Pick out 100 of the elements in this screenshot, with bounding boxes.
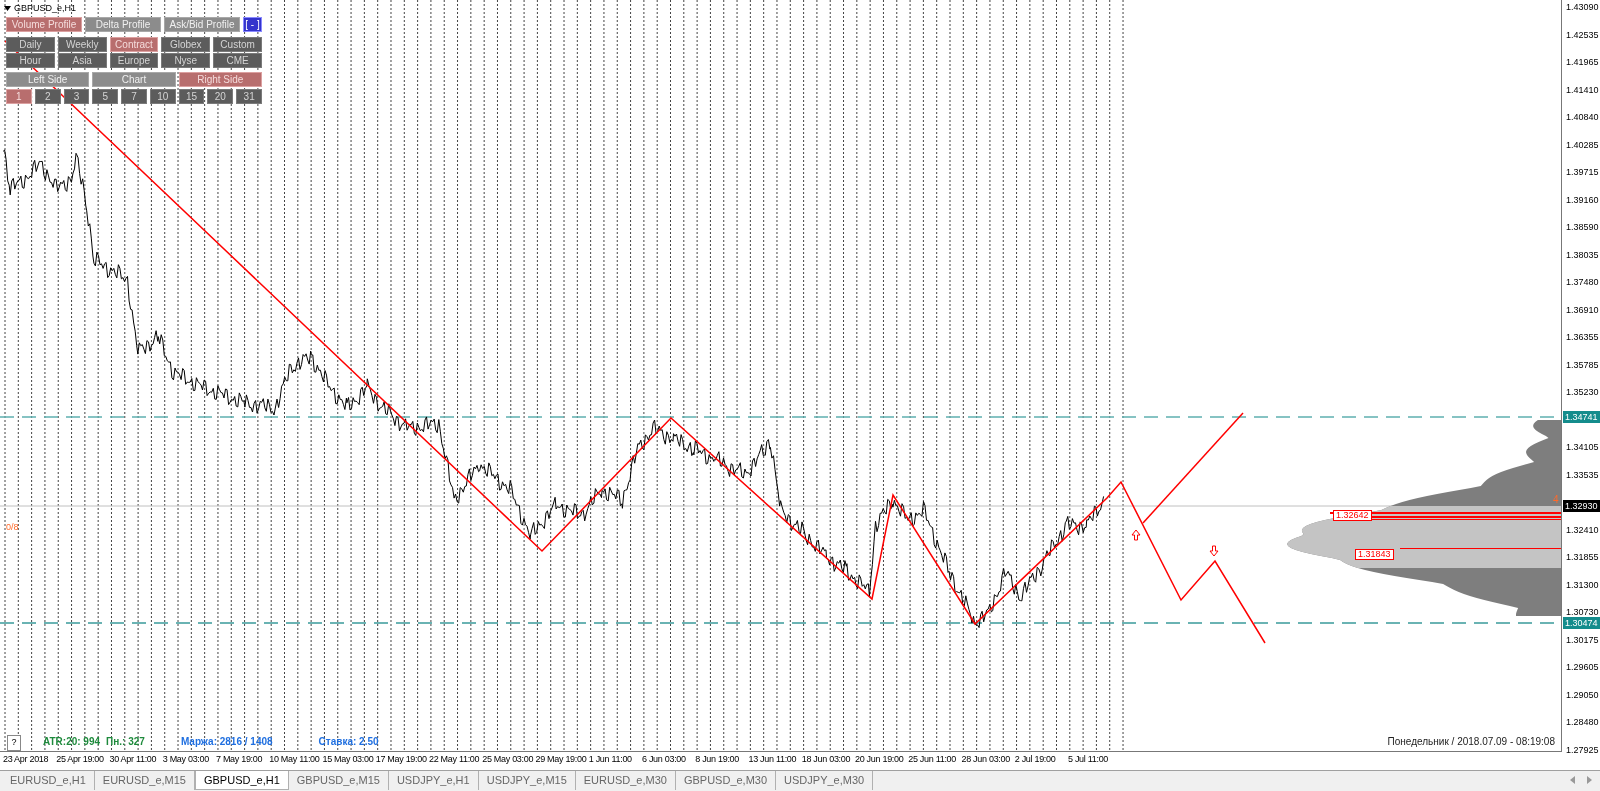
- price-label: 1.43090: [1566, 2, 1599, 12]
- time-label: 28 Jun 03:00: [961, 753, 1010, 767]
- price-label: 1.29050: [1566, 689, 1599, 700]
- panel-button[interactable]: CME: [213, 53, 262, 68]
- time-label: 25 Apr 19:00: [56, 753, 104, 767]
- price-label: 1.39160: [1566, 194, 1599, 205]
- panel-button[interactable]: 31: [236, 89, 263, 104]
- chart-tab[interactable]: USDJPY_e,H1: [388, 771, 479, 790]
- time-label: 5 Jul 11:00: [1068, 753, 1109, 767]
- price-label: 1.31300: [1566, 579, 1599, 590]
- down-arrow-icon: [1209, 545, 1219, 557]
- panel-button[interactable]: [ - ]: [243, 17, 262, 32]
- time-label: 29 May 19:00: [535, 753, 587, 767]
- chart-tab[interactable]: EURUSD_e,H1: [2, 771, 95, 790]
- caret-icon[interactable]: [4, 6, 11, 12]
- price-label: 1.34105: [1566, 442, 1599, 452]
- panel-button[interactable]: 15: [178, 89, 205, 104]
- price-tag: 1.34741: [1563, 411, 1600, 423]
- panel-button[interactable]: 10: [149, 89, 176, 104]
- chart-tab[interactable]: EURUSD_e,M30: [575, 771, 676, 790]
- price-label: 1.41965: [1566, 57, 1599, 67]
- panel-button[interactable]: Left Side: [6, 72, 90, 87]
- scroll-right-icon[interactable]: [1587, 776, 1592, 784]
- panel-button[interactable]: Nyse: [161, 53, 211, 68]
- panel-button[interactable]: Volume Profile: [6, 17, 82, 32]
- time-label: 17 May 19:00: [375, 753, 427, 767]
- rate-text: Ставка: 2.50: [318, 735, 379, 749]
- panel-button[interactable]: 7: [121, 89, 147, 104]
- time-label: 1 Jun 11:00: [588, 753, 632, 767]
- panel-button[interactable]: Ask/Bid Profile: [164, 17, 240, 32]
- panel-button[interactable]: 20: [207, 89, 234, 104]
- panel-button[interactable]: Globex: [161, 37, 211, 52]
- chart-title: GBPUSD_e,H1: [14, 2, 77, 15]
- panel-button[interactable]: Weekly: [57, 37, 107, 52]
- time-label: 25 May 03:00: [482, 753, 534, 767]
- price-label: 1.27925: [1566, 744, 1599, 755]
- price-tag: 1.30474: [1563, 617, 1600, 629]
- time-label: 22 May 11:00: [429, 753, 480, 767]
- price-tag: 1.31843: [1355, 549, 1394, 560]
- panel-button[interactable]: Hour: [6, 53, 55, 68]
- chart-tab[interactable]: EURUSD_e,M15: [94, 771, 195, 790]
- time-label: 10 May 11:00: [269, 753, 320, 767]
- price-label: 1.35230: [1566, 387, 1599, 397]
- price-label: 1.38035: [1566, 249, 1599, 260]
- price-label: 1.35785: [1566, 359, 1599, 370]
- panel-button[interactable]: Daily: [6, 37, 55, 52]
- time-label: 13 Jun 11:00: [748, 753, 797, 767]
- help-button[interactable]: ?: [7, 735, 21, 751]
- chart-tab[interactable]: GBPUSD_e,M30: [675, 771, 777, 790]
- price-label: 1.41410: [1566, 84, 1599, 95]
- price-label: 1.32410: [1566, 524, 1599, 535]
- price-label: 1.30730: [1566, 607, 1599, 617]
- panel-button[interactable]: Custom: [213, 37, 262, 52]
- chart-tab[interactable]: USDJPY_e,M30: [776, 771, 874, 790]
- time-label: 7 May 19:00: [216, 753, 263, 767]
- time-label: 25 Jun 11:00: [908, 753, 957, 767]
- panel-button[interactable]: Contract: [109, 37, 159, 52]
- time-label: 20 Jun 19:00: [855, 753, 904, 767]
- atr-text: ATR:20: 994: [43, 735, 101, 749]
- date-time-text: Понедельник / 2018.07.09 - 08:19:08: [1387, 735, 1555, 749]
- panel-button[interactable]: 2: [34, 89, 61, 104]
- time-label: 30 Apr 11:00: [109, 753, 157, 767]
- chart-tab[interactable]: GBPUSD_e,M15: [288, 771, 389, 790]
- panel-button[interactable]: 5: [92, 89, 119, 104]
- time-label: 15 May 03:00: [322, 753, 374, 767]
- price-label: 1.33535: [1566, 469, 1599, 480]
- price-label: 1.36910: [1566, 304, 1599, 315]
- time-label: 6 Jun 03:00: [642, 753, 686, 767]
- price-label: 1.38590: [1566, 222, 1599, 232]
- price-label: 1.28480: [1566, 717, 1599, 727]
- panel-button[interactable]: Chart: [92, 72, 176, 87]
- price-label: 1.31855: [1566, 552, 1599, 562]
- price-tag: 1.32930: [1563, 500, 1600, 512]
- price-label: 1.37480: [1566, 277, 1599, 287]
- time-label: 23 Apr 2018: [3, 753, 49, 767]
- panel-button[interactable]: Europe: [109, 53, 159, 68]
- panel-button[interactable]: Delta Profile: [85, 17, 161, 32]
- chart-tab[interactable]: USDJPY_e,M15: [478, 771, 576, 790]
- price-tag: 1.32642: [1333, 510, 1372, 521]
- price-label: 1.29605: [1566, 662, 1599, 672]
- panel-button[interactable]: Right Side: [178, 72, 262, 87]
- price-label: 1.40840: [1566, 112, 1599, 122]
- price-label: 1.30175: [1566, 634, 1599, 645]
- day-range-text: Пн.: 327: [106, 735, 145, 749]
- level-marker: 4: [1553, 493, 1559, 507]
- panel-button[interactable]: Asia: [57, 53, 107, 68]
- time-label: 18 Jun 03:00: [801, 753, 851, 767]
- panel-button[interactable]: 1: [6, 89, 32, 104]
- up-arrow-icon: [1131, 529, 1141, 541]
- price-label: 1.39715: [1566, 167, 1599, 177]
- scroll-left-icon[interactable]: [1570, 776, 1575, 784]
- panel-button[interactable]: 3: [63, 89, 90, 104]
- level-marker: 0/8: [6, 521, 19, 534]
- price-label: 1.40285: [1566, 139, 1599, 150]
- price-label: 1.36355: [1566, 332, 1599, 342]
- margin-text: Маржа: 2816 / 1408: [180, 735, 273, 749]
- time-label: 8 Jun 19:00: [695, 753, 739, 767]
- chart-tab[interactable]: GBPUSD_e,H1: [194, 771, 289, 790]
- time-label: 2 Jul 19:00: [1014, 753, 1056, 767]
- price-label: 1.42535: [1566, 29, 1599, 40]
